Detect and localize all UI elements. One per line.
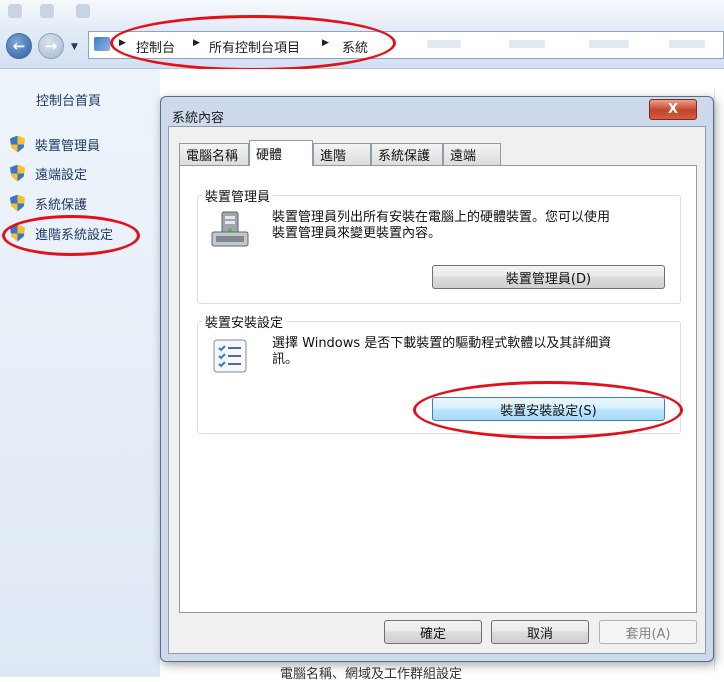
tab-remote[interactable]: 遠端 [443, 143, 501, 165]
sidebar-item-system-protection[interactable]: 系統保護 [10, 192, 87, 214]
shield-icon [10, 194, 25, 212]
device-install-desc-line1: 選擇 Windows 是否下載裝置的驅動程式軟體以及其詳細資 [272, 336, 612, 351]
blurred-menu [509, 40, 545, 48]
close-button[interactable]: X [649, 99, 697, 120]
shield-icon [10, 164, 25, 182]
forward-button[interactable]: → [38, 33, 64, 59]
device-manager-button[interactable]: 裝置管理員(D) [432, 265, 665, 289]
system-properties-dialog: 系統內容 X 電腦名稱 硬體 進階 系統保護 遠端 裝置管理員 裝置管理員列出所… [160, 96, 714, 662]
blurred-icon [40, 4, 54, 18]
apply-button[interactable]: 套用(A) [599, 620, 697, 644]
blurred-icon [8, 4, 22, 18]
recent-pages-dropdown-icon[interactable]: ▼ [71, 42, 78, 52]
blurred-menu [589, 40, 629, 48]
dialog-title: 系統內容 [172, 111, 225, 126]
background-footer-text: 電腦名稱、網域及工作群組設定 [280, 667, 463, 682]
annotation-oval-install-settings [413, 381, 683, 439]
sidebar-item-device-manager[interactable]: 裝置管理員 [10, 133, 100, 155]
blurred-icon [76, 4, 90, 18]
blurred-menu [427, 40, 461, 48]
tab-computer-name[interactable]: 電腦名稱 [179, 143, 249, 165]
cancel-button[interactable]: 取消 [491, 620, 589, 644]
tab-hardware[interactable]: 硬體 [249, 140, 313, 166]
annotation-oval-breadcrumb [110, 15, 396, 71]
device-install-desc-line2: 訊。 [272, 352, 299, 367]
main-right-edge [714, 90, 724, 670]
device-manager-desc-line2: 裝置管理員來變更裝置內容。 [272, 226, 442, 241]
device-install-checklist-icon [213, 339, 247, 373]
sidebar: 控制台首頁 裝置管理員 遠端設定 系統保護 進階系統設定 [0, 69, 160, 677]
back-button[interactable]: ← [6, 33, 32, 59]
sidebar-item-label: 裝置管理員 [35, 138, 101, 154]
ok-button[interactable]: 確定 [384, 620, 482, 644]
tab-advanced[interactable]: 進階 [313, 143, 371, 165]
device-manager-desc-line1: 裝置管理員列出所有安裝在電腦上的硬體裝置。您可以使用 [272, 210, 611, 225]
device-install-group-label: 裝置安裝設定 [202, 312, 287, 331]
control-panel-icon [94, 37, 110, 51]
annotation-oval-advanced [2, 215, 140, 256]
sidebar-item-label: 系統保護 [35, 197, 88, 213]
tab-system-protection[interactable]: 系統保護 [371, 143, 443, 165]
device-manager-group: 裝置管理員 裝置管理員列出所有安裝在電腦上的硬體裝置。您可以使用 裝置管理員來變… [197, 186, 681, 304]
blurred-menu [669, 40, 705, 48]
device-manager-icon [211, 211, 249, 247]
sidebar-home-link[interactable]: 控制台首頁 [36, 90, 101, 109]
device-manager-group-label: 裝置管理員 [202, 186, 274, 205]
sidebar-item-remote-settings[interactable]: 遠端設定 [10, 162, 87, 184]
shield-icon [10, 135, 25, 153]
sidebar-item-label: 遠端設定 [35, 167, 88, 183]
window-top-strip [0, 0, 724, 24]
